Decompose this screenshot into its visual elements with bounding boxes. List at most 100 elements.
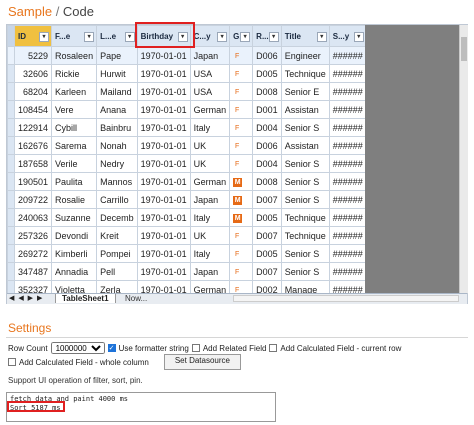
- cell-birthday[interactable]: 1970-01-01: [136, 172, 191, 191]
- filter-dropdown-icon[interactable]: ▾: [268, 32, 279, 42]
- cell-last[interactable]: Kreit: [96, 226, 138, 245]
- cell-country[interactable]: USA: [189, 64, 231, 83]
- column-header-0[interactable]: ID ▾: [13, 25, 53, 47]
- cell-last[interactable]: Pell: [96, 262, 138, 281]
- cell-salary[interactable]: ######: [328, 244, 365, 263]
- cell-last[interactable]: Hurwit: [96, 64, 138, 83]
- filter-dropdown-icon[interactable]: ▾: [353, 32, 364, 42]
- cell-last[interactable]: Zerla: [96, 280, 138, 293]
- row-header[interactable]: [7, 280, 15, 293]
- cell-country[interactable]: Japan: [189, 262, 231, 281]
- column-header-4[interactable]: C...y ▾: [189, 25, 231, 47]
- cell-country[interactable]: UK: [189, 154, 231, 173]
- cell-first[interactable]: Violetta: [51, 280, 98, 293]
- cell-gender[interactable]: F: [229, 118, 254, 137]
- cell-region[interactable]: D007: [252, 262, 282, 281]
- cell-birthday[interactable]: 1970-01-01: [136, 208, 191, 227]
- cell-id[interactable]: 240063: [13, 208, 53, 227]
- set-datasource-button[interactable]: Set Datasource: [163, 354, 241, 370]
- cell-gender[interactable]: F: [229, 262, 254, 281]
- cell-region[interactable]: D004: [252, 154, 282, 173]
- cell-last[interactable]: Carrillo: [96, 190, 138, 209]
- cell-region[interactable]: D002: [252, 280, 282, 293]
- table-row[interactable]: 122914 Cybill Bainbru 1970-01-01 Italy F D004 S…: [7, 118, 365, 137]
- cell-id[interactable]: 5229: [13, 46, 53, 65]
- row-header[interactable]: [7, 82, 15, 101]
- cell-gender[interactable]: M: [229, 172, 254, 191]
- cell-gender[interactable]: F: [229, 136, 254, 155]
- cell-country[interactable]: Japan: [189, 190, 231, 209]
- cell-salary[interactable]: ######: [328, 172, 365, 191]
- cell-country[interactable]: UK: [189, 226, 231, 245]
- row-header[interactable]: [7, 46, 15, 65]
- cell-title[interactable]: Engineer: [280, 46, 330, 65]
- cell-id[interactable]: 269272: [13, 244, 53, 263]
- add-related-checkbox[interactable]: [191, 344, 200, 352]
- cell-id[interactable]: 187658: [13, 154, 53, 173]
- table-row[interactable]: 5229 Rosaleen Pape 1970-01-01 Japan F D006 Engi…: [7, 46, 365, 65]
- cell-gender[interactable]: M: [229, 190, 254, 209]
- breadcrumb-code[interactable]: Code: [63, 4, 94, 19]
- cell-salary[interactable]: ######: [328, 100, 365, 119]
- cell-first[interactable]: Annadia: [51, 262, 98, 281]
- table-row[interactable]: 108454 Vere Anana 1970-01-01 German F D001 Assi…: [7, 100, 365, 119]
- cell-last[interactable]: Mannos: [96, 172, 138, 191]
- cell-last[interactable]: Bainbru: [96, 118, 138, 137]
- cell-first[interactable]: Vere: [51, 100, 98, 119]
- row-header[interactable]: [7, 118, 15, 137]
- cell-first[interactable]: Rosalie: [51, 190, 98, 209]
- cell-birthday[interactable]: 1970-01-01: [136, 280, 191, 293]
- filter-dropdown-icon[interactable]: ▾: [217, 32, 228, 42]
- vertical-scrollbar[interactable]: [459, 25, 468, 293]
- cell-title[interactable]: Assistan: [280, 100, 330, 119]
- cell-salary[interactable]: ######: [328, 226, 365, 245]
- table-row[interactable]: 187658 Verile Nedry 1970-01-01 UK F D004 Senior…: [7, 154, 365, 173]
- filter-dropdown-icon[interactable]: ▾: [316, 32, 327, 42]
- cell-gender[interactable]: F: [229, 154, 254, 173]
- cell-gender[interactable]: F: [229, 244, 254, 263]
- cell-birthday[interactable]: 1970-01-01: [136, 64, 191, 83]
- cell-first[interactable]: Karleen: [51, 82, 98, 101]
- cell-salary[interactable]: ######: [328, 208, 365, 227]
- cell-id[interactable]: 162676: [13, 136, 53, 155]
- cell-gender[interactable]: F: [229, 100, 254, 119]
- column-header-1[interactable]: F...e ▾: [51, 25, 98, 47]
- cell-title[interactable]: Manage: [280, 280, 330, 293]
- cell-country[interactable]: Japan: [189, 46, 231, 65]
- cell-salary[interactable]: ######: [328, 82, 365, 101]
- table-row[interactable]: 190501 Paulita Mannos 1970-01-01 German M D008…: [7, 172, 365, 191]
- cell-birthday[interactable]: 1970-01-01: [136, 190, 191, 209]
- cell-last[interactable]: Nedry: [96, 154, 138, 173]
- cell-title[interactable]: Senior E: [280, 82, 330, 101]
- table-row[interactable]: 347487 Annadia Pell 1970-01-01 Japan F D007 Sen…: [7, 262, 365, 281]
- cell-region[interactable]: D005: [252, 244, 282, 263]
- row-header[interactable]: [7, 244, 15, 263]
- cell-salary[interactable]: ######: [328, 262, 365, 281]
- cell-first[interactable]: Verile: [51, 154, 98, 173]
- add-calc-current-checkbox[interactable]: [269, 344, 278, 352]
- cell-last[interactable]: Mailand: [96, 82, 138, 101]
- row-header[interactable]: [7, 172, 15, 191]
- cell-first[interactable]: Cybill: [51, 118, 98, 137]
- row-header[interactable]: [7, 100, 15, 119]
- row-header[interactable]: [7, 262, 15, 281]
- row-header[interactable]: [7, 190, 15, 209]
- cell-gender[interactable]: F: [229, 64, 254, 83]
- cell-id[interactable]: 347487: [13, 262, 53, 281]
- breadcrumb-sample[interactable]: Sample: [8, 4, 52, 19]
- cell-id[interactable]: 209722: [13, 190, 53, 209]
- cell-id[interactable]: 108454: [13, 100, 53, 119]
- cell-region[interactable]: D007: [252, 226, 282, 245]
- cell-country[interactable]: German: [189, 172, 231, 191]
- cell-gender[interactable]: F: [229, 280, 254, 293]
- cell-title[interactable]: Technique: [280, 64, 330, 83]
- cell-title[interactable]: Senior S: [280, 118, 330, 137]
- cell-title[interactable]: Assistan: [280, 136, 330, 155]
- spreadsheet[interactable]: ID▾F...e▾L...e▾Birthday▾C...y▾G...r▾R...…: [6, 24, 468, 304]
- cell-salary[interactable]: ######: [328, 64, 365, 83]
- cell-country[interactable]: Italy: [189, 118, 231, 137]
- cell-gender[interactable]: F: [229, 46, 254, 65]
- cell-salary[interactable]: ######: [328, 118, 365, 137]
- cell-first[interactable]: Rosaleen: [51, 46, 98, 65]
- cell-last[interactable]: Decemb: [96, 208, 138, 227]
